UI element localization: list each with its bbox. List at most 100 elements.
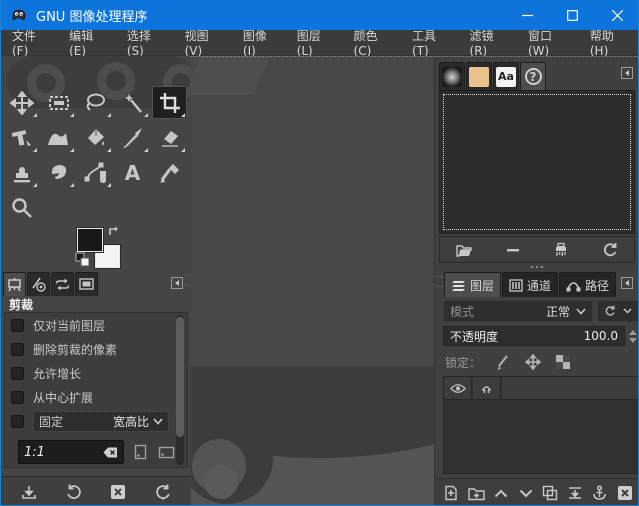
lock-position-icon[interactable] [525, 354, 542, 370]
tab-images[interactable] [75, 272, 98, 296]
channels-icon [509, 278, 523, 292]
fixed-checkbox[interactable] [11, 414, 24, 428]
tab-patterns[interactable] [466, 62, 492, 90]
spin-up-icon[interactable] [629, 329, 637, 335]
lock-alpha-icon[interactable] [555, 354, 571, 370]
option-label: 允许增长 [33, 366, 82, 381]
reset-options-button[interactable] [150, 480, 176, 504]
right-top-tab-bar: Aa ? [439, 60, 547, 90]
spin-down-icon[interactable] [629, 337, 637, 343]
tab-tool-options[interactable] [3, 272, 26, 296]
tool-smudge[interactable] [41, 156, 76, 189]
tool-paths[interactable] [78, 156, 113, 189]
option-checkbox[interactable] [11, 318, 24, 332]
tool-eraser[interactable] [152, 121, 187, 154]
chevron-down-icon [153, 417, 163, 425]
tool-options-panel: 仅对当前图层 删除剪裁的像素 允许增长 从中心扩展 固定 宽高比 1:1 [4, 312, 188, 468]
tool-paintbrush[interactable] [115, 121, 150, 154]
layer-list[interactable] [443, 376, 638, 474]
option-row: 删除剪裁的像素 [5, 337, 187, 361]
aspect-ratio-input[interactable]: 1:1 [18, 440, 124, 464]
document-history-list[interactable] [439, 90, 635, 234]
landscape-orientation-button[interactable] [156, 442, 176, 462]
default-colors-icon[interactable] [75, 252, 90, 267]
remove-entry-button[interactable] [500, 238, 526, 262]
option-label: 删除剪裁的像素 [33, 342, 118, 357]
document-history-icon: ? [524, 68, 542, 85]
option-checkbox[interactable] [11, 390, 24, 404]
tool-transform[interactable] [4, 121, 39, 154]
duplicate-layer-button[interactable] [539, 481, 561, 505]
delete-layer-button[interactable] [614, 481, 636, 505]
tool-zoom[interactable] [4, 191, 39, 224]
tab-paths[interactable]: 路径 [559, 272, 617, 297]
left-dock-grip[interactable]: ⋮⋮ [183, 270, 191, 290]
opacity-value: 100.0 [583, 329, 618, 343]
blend-space-combo[interactable] [597, 300, 638, 322]
left-dock-collapse-icon[interactable] [169, 275, 184, 290]
layers-toolbar [435, 478, 638, 505]
delete-preset-button[interactable] [105, 480, 131, 504]
option-label: 仅对当前图层 [33, 318, 106, 333]
tab-fonts[interactable]: Aa [493, 62, 519, 90]
layers-collapse-icon[interactable] [619, 275, 634, 290]
portrait-orientation-button[interactable] [130, 442, 150, 462]
lock-pixels-icon[interactable] [495, 354, 511, 370]
tab-channels[interactable]: 通道 [502, 272, 559, 297]
pattern-icon [469, 66, 489, 87]
option-checkbox[interactable] [11, 366, 24, 380]
link-column-header [473, 377, 501, 400]
anchor-layer-button[interactable] [589, 481, 611, 505]
tool-color-picker[interactable] [152, 156, 187, 189]
options-scrollbar-thumb[interactable] [176, 317, 184, 437]
fonts-icon: Aa [496, 66, 516, 87]
clear-input-icon[interactable] [103, 447, 118, 458]
tool-text[interactable]: A [115, 156, 150, 189]
right-top-collapse-icon[interactable] [619, 65, 634, 80]
aspect-ratio-value: 1:1 [24, 444, 45, 460]
fixed-aspect-combo[interactable]: 固定 宽高比 [33, 410, 169, 432]
fixed-row: 固定 宽高比 [5, 409, 175, 433]
tool-fuzzy-select[interactable] [115, 86, 150, 119]
option-checkbox[interactable] [11, 342, 24, 356]
opacity-slider[interactable]: 不透明度 100.0 [443, 326, 625, 346]
raise-layer-button[interactable] [490, 481, 512, 505]
restore-preset-button[interactable] [61, 480, 87, 504]
swap-colors-icon[interactable] [107, 224, 121, 238]
left-dock-tab-bar [3, 270, 99, 296]
merge-down-button[interactable] [564, 481, 586, 505]
paths-icon [566, 281, 581, 291]
tool-clone[interactable] [4, 156, 39, 189]
refresh-previews-button[interactable] [597, 238, 623, 262]
lock-row: 锁定： [445, 352, 635, 372]
tab-layers-label: 图层 [470, 278, 495, 293]
tool-crop[interactable] [152, 86, 187, 119]
tool-free-select[interactable] [78, 86, 113, 119]
opacity-spinner[interactable] [627, 326, 638, 346]
tab-device-status[interactable] [27, 272, 50, 296]
right-dock: Aa ? ⬝⬝⬝ ⋮⋮ 图层 通道 路径 模式 正常 不透明度 100.0 锁定… [433, 56, 638, 505]
new-layer-group-button[interactable] [465, 481, 487, 505]
fixed-label: 固定 [39, 414, 64, 429]
layers-dock-grip[interactable]: ⋮⋮ [433, 272, 443, 292]
clear-history-button[interactable] [548, 238, 574, 262]
dock-splitter-handle[interactable]: ⬝⬝⬝ [435, 261, 638, 272]
options-scrollbar[interactable] [176, 315, 184, 465]
tool-bucket-fill[interactable] [78, 121, 113, 154]
tab-brushes[interactable] [439, 62, 465, 90]
tool-warp[interactable] [41, 121, 76, 154]
tab-undo-history[interactable] [51, 272, 74, 296]
new-layer-button[interactable] [440, 481, 462, 505]
save-preset-button[interactable] [16, 480, 42, 504]
foreground-color-swatch[interactable] [77, 228, 103, 252]
open-entry-button[interactable] [451, 238, 477, 262]
option-row: 允许增长 [5, 361, 187, 385]
canvas-area[interactable] [191, 56, 434, 505]
tool-move[interactable] [4, 86, 39, 119]
layer-mode-combo[interactable]: 模式 正常 [443, 300, 593, 322]
tab-document-history[interactable]: ? [520, 62, 546, 90]
reset-icon [605, 305, 616, 316]
tab-layers[interactable]: 图层 [444, 272, 502, 297]
tool-rectangle-select[interactable] [41, 86, 76, 119]
lower-layer-button[interactable] [515, 481, 537, 505]
